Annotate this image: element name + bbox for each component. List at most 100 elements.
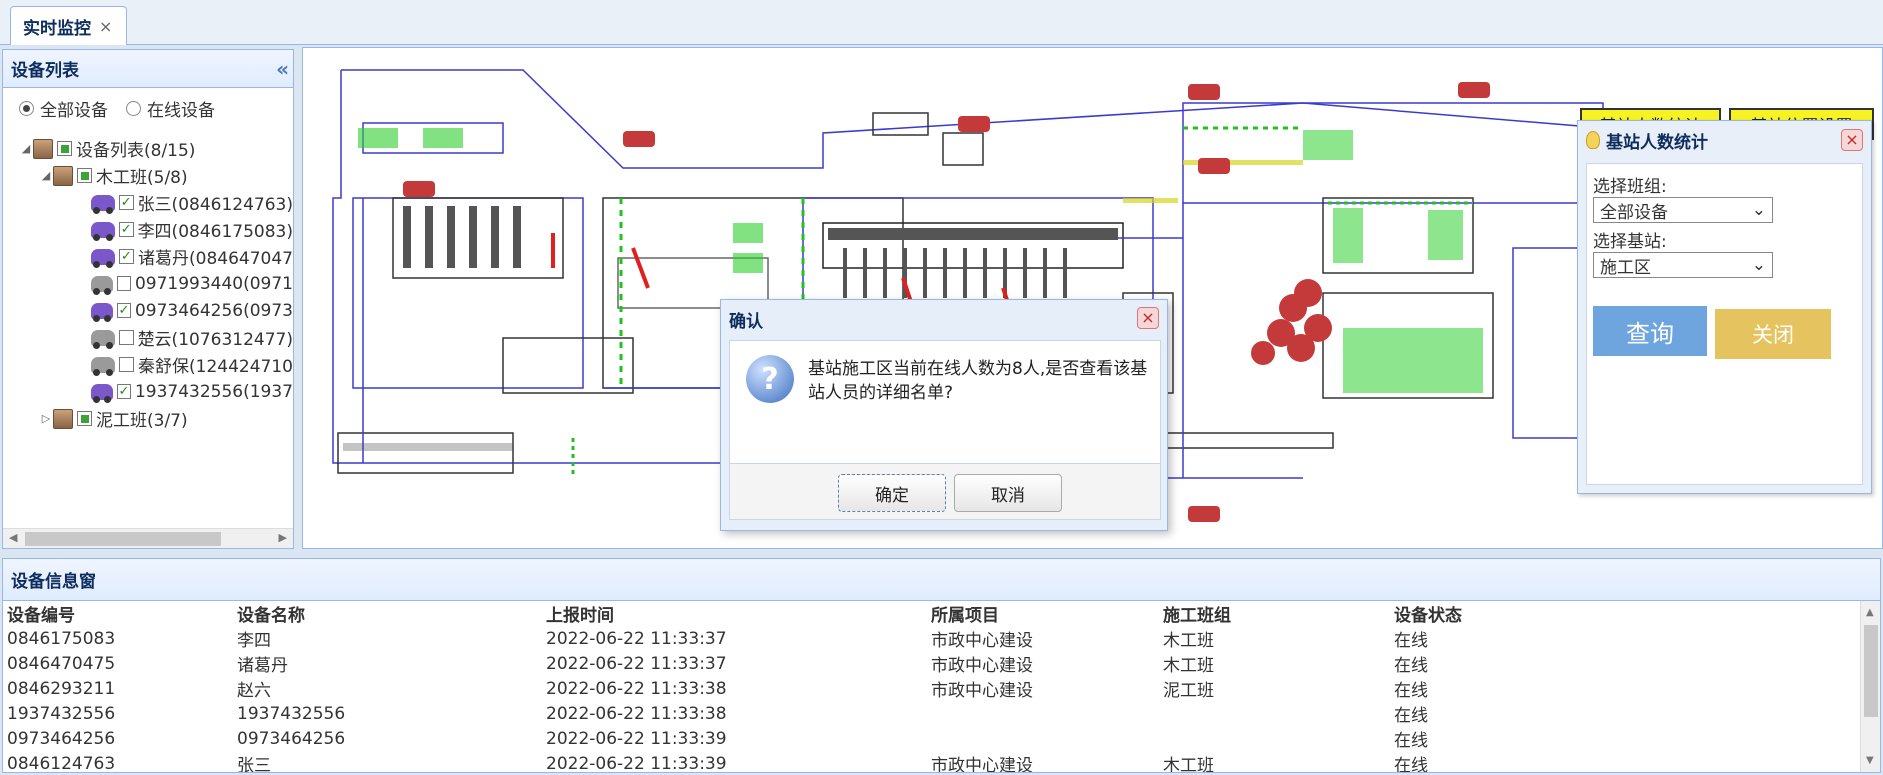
station-stats-body: 选择班组: 全部设备 ⌄ 选择基站: 施工区 ⌄ 查询 关闭 (1586, 163, 1863, 485)
tree-device-item[interactable]: ✓ 张三(0846124763) (3, 189, 293, 216)
collapsed-icon[interactable]: ▷ (39, 412, 53, 425)
table-cell: 2022-06-22 11:33:38 (546, 703, 727, 724)
radio-all-label: 全部设备 (40, 101, 108, 121)
dialog-message: 基站施工区当前在线人数为8人,是否查看该基站人员的详细名单? (808, 359, 1148, 403)
tree-device-item[interactable]: ✓ 诸葛丹(084647047 (3, 243, 293, 270)
radio-online-devices[interactable]: 在线设备 (126, 96, 215, 121)
station-stats-title: 基站人数统计 (1606, 132, 1708, 153)
device-checkbox[interactable]: ✓ (117, 303, 131, 318)
table-cell: 市政中心建设 (931, 631, 1033, 651)
station-select[interactable]: 施工区 ⌄ (1593, 252, 1773, 278)
table-cell: 诸葛丹 (237, 656, 288, 676)
table-row[interactable]: 0846124763 张三 2022-06-22 11:33:39 市政中心建设 木工班… (3, 751, 1861, 773)
close-icon[interactable]: × (1841, 129, 1863, 151)
device-checkbox[interactable] (119, 357, 134, 372)
table-row[interactable]: 0846293211 赵六 2022-06-22 11:33:38 市政中心建设 泥工班… (3, 676, 1861, 702)
scroll-right-icon[interactable]: ▶ (279, 531, 287, 544)
confirm-ok-button[interactable]: 确定 (838, 474, 946, 512)
table-cell: 张三 (237, 756, 271, 772)
person-icon (53, 408, 73, 429)
device-checkbox[interactable]: ✓ (118, 222, 134, 237)
vehicle-icon (91, 248, 115, 268)
table-cell: 李四 (237, 631, 271, 651)
device-checkbox[interactable]: ✓ (118, 195, 134, 210)
question-icon: ? (746, 355, 794, 403)
confirm-dialog: 确认 × ? 基站施工区当前在线人数为8人,是否查看该基站人员的详细名单? 确定… (720, 299, 1168, 531)
device-checkbox[interactable]: ✓ (117, 384, 131, 399)
vehicle-icon (91, 329, 115, 349)
horizontal-scrollbar[interactable]: ◀ ▶ (3, 528, 293, 548)
scroll-thumb[interactable] (1864, 625, 1878, 717)
tree-device-item[interactable]: 楚云(1076312477) (3, 324, 293, 351)
scroll-left-icon[interactable]: ◀ (9, 531, 17, 544)
device-checkbox[interactable] (117, 276, 131, 291)
tree-group-masonry[interactable]: ▷ 泥工班(3/7) (3, 405, 293, 432)
device-checkbox[interactable] (118, 330, 134, 345)
device-label: 李四(0846175083) (137, 222, 293, 242)
tree-device-item[interactable]: 0971993440(0971 (3, 270, 293, 297)
table-cell: 2022-06-22 11:33:37 (546, 653, 727, 674)
tree-checkbox[interactable] (77, 168, 92, 183)
table-row[interactable]: 0973464256 0973464256 2022-06-22 11:33:39 在… (3, 726, 1861, 752)
tree-device-item[interactable]: ✓ 1937432556(1937 (3, 378, 293, 405)
group-select[interactable]: 全部设备 ⌄ (1593, 197, 1773, 223)
table-cell: 市政中心建设 (931, 681, 1033, 701)
chevron-down-icon: ⌄ (1751, 255, 1766, 275)
device-list-header: 设备列表 « (3, 50, 293, 88)
close-icon[interactable]: × (1137, 307, 1159, 329)
table-cell: 市政中心建设 (931, 656, 1033, 676)
device-list-panel: 设备列表 « 全部设备 在线设备 ◢ 设备列表(8/15) ◢ 木工班(5/8)… (2, 49, 294, 549)
tab-label: 实时监控 (23, 18, 91, 39)
tab-close-icon[interactable]: × (99, 17, 112, 36)
query-button[interactable]: 查询 (1593, 306, 1707, 356)
expand-icon[interactable]: ◢ (39, 169, 53, 182)
table-row[interactable]: 0846175083 李四 2022-06-22 11:33:37 市政中心建设 木工班… (3, 626, 1861, 652)
vehicle-icon (91, 356, 115, 376)
table-cell: 在线 (1394, 706, 1428, 726)
scroll-thumb[interactable] (25, 532, 221, 546)
tree-checkbox[interactable] (57, 141, 72, 156)
table-cell: 在线 (1394, 631, 1428, 651)
table-cell: 0846124763 (7, 753, 116, 773)
vehicle-icon (91, 383, 114, 403)
table-cell: 1937432556 (7, 703, 116, 724)
column-header: 设备名称 (237, 606, 305, 626)
device-label: 楚云(1076312477) (137, 330, 293, 350)
radio-online-label: 在线设备 (147, 101, 215, 121)
person-icon (33, 138, 53, 159)
tree-group-label: 泥工班(3/7) (96, 411, 188, 431)
expand-icon[interactable]: ◢ (19, 142, 33, 155)
table-cell: 木工班 (1163, 656, 1214, 676)
tree-group-carpentry[interactable]: ◢ 木工班(5/8) (3, 162, 293, 189)
device-info-window: 设备信息窗 设备编号 设备名称 上报时间 所属项目 施工班组 设备状态 0846175083… (2, 558, 1881, 773)
tree-root[interactable]: ◢ 设备列表(8/15) (3, 135, 293, 162)
vehicle-icon (91, 302, 114, 322)
tree-device-item[interactable]: ✓ 0973464256(0973 (3, 297, 293, 324)
table-cell: 泥工班 (1163, 681, 1214, 701)
collapse-left-icon[interactable]: « (276, 57, 289, 81)
table-cell: 木工班 (1163, 756, 1214, 772)
confirm-cancel-button[interactable]: 取消 (954, 474, 1062, 512)
vertical-scrollbar[interactable]: ▲ ▼ (1860, 601, 1880, 772)
table-cell: 2022-06-22 11:33:38 (546, 678, 727, 699)
column-header: 施工班组 (1163, 606, 1231, 626)
table-row[interactable]: 0846470475 诸葛丹 2022-06-22 11:33:37 市政中心建设 木工… (3, 651, 1861, 677)
table-row[interactable]: 1937432556 1937432556 2022-06-22 11:33:38 在… (3, 701, 1861, 727)
tree-checkbox[interactable] (77, 411, 92, 426)
scroll-down-icon[interactable]: ▼ (1866, 755, 1874, 766)
table-header-row: 设备编号 设备名称 上报时间 所属项目 施工班组 设备状态 (3, 601, 1861, 626)
radio-dot-icon (19, 101, 34, 116)
table-cell: 1937432556 (237, 703, 346, 724)
column-header: 上报时间 (546, 606, 614, 626)
radio-all-devices[interactable]: 全部设备 (19, 96, 108, 121)
close-button[interactable]: 关闭 (1715, 309, 1831, 359)
device-checkbox[interactable]: ✓ (119, 249, 134, 264)
tree-device-item[interactable]: 秦舒保(124424710 (3, 351, 293, 378)
tab-realtime-monitor[interactable]: 实时监控 × (10, 6, 128, 45)
scroll-up-icon[interactable]: ▲ (1866, 607, 1874, 618)
table-cell: 在线 (1394, 731, 1428, 751)
radio-dot-icon (126, 101, 141, 116)
vehicle-icon (91, 221, 115, 241)
station-select-value: 施工区 (1600, 257, 1651, 278)
tree-device-item[interactable]: ✓ 李四(0846175083) (3, 216, 293, 243)
